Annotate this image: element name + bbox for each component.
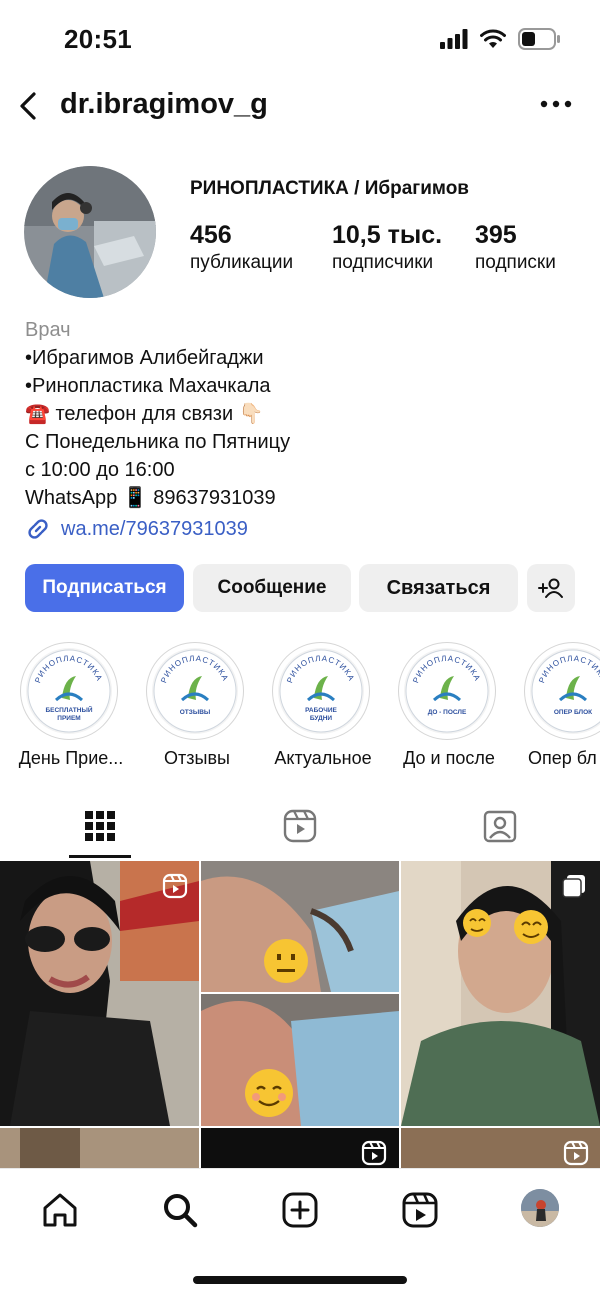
status-time: 20:51 <box>64 24 132 54</box>
tagged-tab-icon[interactable] <box>482 808 518 844</box>
suggested-users-button[interactable] <box>527 564 575 612</box>
highlight-badge-line2: БУДНИ <box>310 715 333 722</box>
stat-posts[interactable]: 456 публикации <box>190 220 293 276</box>
cellular-signal-icon <box>440 29 468 49</box>
stat-followers-count: 10,5 тыс. <box>332 221 443 249</box>
create-post-icon[interactable] <box>280 1190 320 1230</box>
highlight-badge-line1: ОПЕР БЛОК <box>554 709 592 716</box>
stat-posts-label: публикации <box>190 252 294 273</box>
post-image <box>0 861 199 1126</box>
bio-line: с 10:00 до 16:00 <box>25 459 175 481</box>
battery-icon <box>518 28 560 50</box>
profile-link-text: wa.me/79637931039 <box>61 517 248 540</box>
rhinoplasty-logo-icon: РИНОПЛАСТИКА ОТЗЫВЫ <box>153 649 237 733</box>
reel-badge-icon <box>162 873 188 899</box>
profile-username: dr.ibragimov_g <box>60 88 268 120</box>
profile-tab-avatar[interactable] <box>521 1189 559 1227</box>
highlight-cover: РИНОПЛАСТИКА РАБОЧИЕ БУДНИ <box>272 642 370 740</box>
bio-line: •Ринопластика Махачкала <box>25 375 271 397</box>
link-icon <box>28 519 48 539</box>
post-image <box>401 861 600 1126</box>
reels-icon[interactable] <box>400 1190 440 1230</box>
highlight-cover: РИНОПЛАСТИКА ОТЗЫВЫ <box>146 642 244 740</box>
message-button[interactable]: Сообщение <box>193 564 351 612</box>
stat-following-label: подписки <box>475 252 556 273</box>
highlight-label: Актуальное <box>274 748 372 768</box>
profile-display-name: РИНОПЛАСТИКА / Ибрагимов <box>190 178 469 199</box>
highlight-badge-line2: ПРИЕМ <box>57 715 80 722</box>
stat-followers-label: подписчики <box>332 252 434 273</box>
post-thumbnail[interactable] <box>201 861 399 1126</box>
status-icons <box>440 28 560 50</box>
highlight-item[interactable]: РИНОПЛАСТИКА ОПЕР БЛОК Опер бл <box>524 642 600 769</box>
highlight-badge-line1: ОТЗЫВЫ <box>180 709 211 716</box>
wifi-icon <box>480 29 506 48</box>
reels-tab-icon[interactable] <box>282 808 318 844</box>
back-arrow-icon[interactable] <box>12 88 48 124</box>
reel-badge-icon <box>361 1140 387 1166</box>
highlight-label: День Прие... <box>18 748 124 768</box>
highlight-label: Отзывы <box>164 748 230 768</box>
highlight-item[interactable]: РИНОПЛАСТИКА ДО - ПОСЛЕ До и после <box>398 642 499 769</box>
highlight-badge-line1: БЕСПЛАТНЫЙ <box>45 705 92 714</box>
post-thumbnail[interactable] <box>401 1128 600 1168</box>
post-thumbnail[interactable] <box>201 1128 399 1168</box>
rhinoplasty-logo-icon: РИНОПЛАСТИКА ДО - ПОСЛЕ <box>405 649 489 733</box>
grid-posts-icon[interactable] <box>82 808 118 844</box>
highlight-label: До и после <box>403 748 495 768</box>
highlight-item[interactable]: РИНОПЛАСТИКА РАБОЧИЕ БУДНИ Актуальное <box>272 642 373 769</box>
more-options-icon[interactable] <box>540 96 572 112</box>
highlight-item[interactable]: РИНОПЛАСТИКА БЕСПЛАТНЫЙ ПРИЕМ День Прие.… <box>19 642 123 769</box>
profile-link[interactable]: wa.me/79637931039 <box>25 516 248 542</box>
rhinoplasty-logo-icon: РИНОПЛАСТИКА РАБОЧИЕ БУДНИ <box>279 649 363 733</box>
highlight-cover: РИНОПЛАСТИКА ОПЕР БЛОК <box>524 642 600 740</box>
post-thumbnail[interactable] <box>0 861 199 1126</box>
post-thumbnail[interactable] <box>0 1128 199 1168</box>
home-icon[interactable] <box>40 1190 80 1230</box>
highlight-badge-line1: ДО - ПОСЛЕ <box>428 709 467 716</box>
avatar-thumb <box>521 1189 559 1227</box>
reel-badge-icon <box>563 1140 589 1166</box>
bio-line: WhatsApp 📱 89637931039 <box>25 487 276 509</box>
highlight-cover: РИНОПЛАСТИКА ДО - ПОСЛЕ <box>398 642 496 740</box>
profile-category: Врач <box>25 319 71 341</box>
highlight-label: Опер бл <box>528 748 597 768</box>
post-thumbnail[interactable] <box>401 861 600 1126</box>
bio-line: •Ибрагимов Алибейгаджи <box>25 347 264 369</box>
active-tab-indicator <box>69 855 131 858</box>
stat-posts-count: 456 <box>190 221 232 249</box>
rhinoplasty-logo-icon: РИНОПЛАСТИКА ОПЕР БЛОК <box>531 649 600 733</box>
profile-bio: Врач •Ибрагимов Алибейгаджи •Ринопластик… <box>25 316 290 512</box>
add-person-icon <box>538 578 563 598</box>
rhinoplasty-logo-icon: РИНОПЛАСТИКА БЕСПЛАТНЫЙ ПРИЕМ <box>27 649 111 733</box>
post-image <box>201 861 399 1126</box>
highlight-item[interactable]: РИНОПЛАСТИКА ОТЗЫВЫ Отзывы <box>146 642 247 769</box>
search-icon[interactable] <box>160 1190 200 1230</box>
highlight-badge-line1: РАБОЧИЕ <box>305 707 337 714</box>
stat-followers[interactable]: 10,5 тыс. подписчики <box>332 220 442 276</box>
bio-line: ☎️ телефон для связи 👇🏻 <box>25 403 264 425</box>
profile-avatar[interactable] <box>24 166 156 298</box>
stat-following-count: 395 <box>475 221 517 249</box>
home-indicator <box>193 1276 407 1284</box>
carousel-badge-icon <box>562 875 585 898</box>
bio-line: С Понедельника по Пятницу <box>25 431 291 453</box>
stat-following[interactable]: 395 подписки <box>475 220 556 276</box>
follow-button[interactable]: Подписаться <box>25 564 184 612</box>
highlight-cover: РИНОПЛАСТИКА БЕСПЛАТНЫЙ ПРИЕМ <box>20 642 118 740</box>
contact-button[interactable]: Связаться <box>359 564 518 612</box>
post-image <box>0 1128 199 1168</box>
avatar-photo <box>24 166 156 298</box>
